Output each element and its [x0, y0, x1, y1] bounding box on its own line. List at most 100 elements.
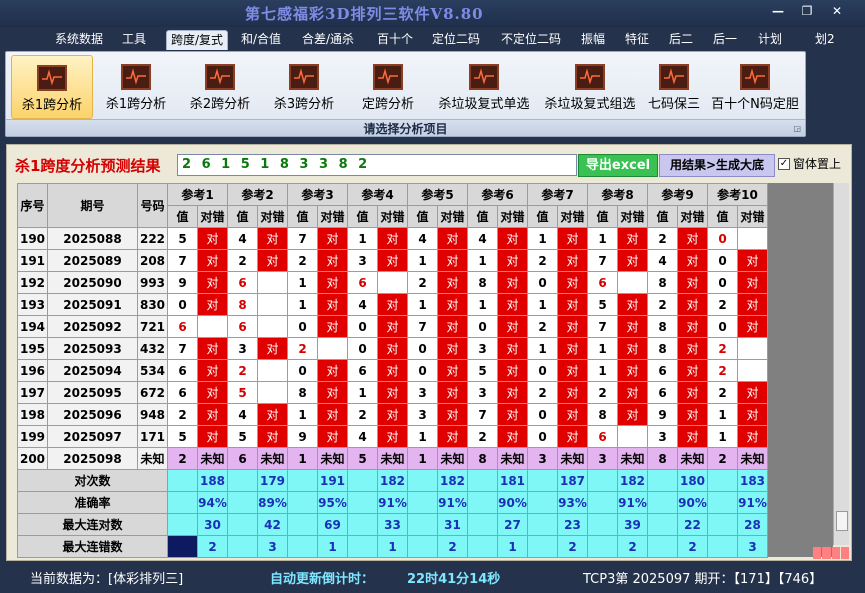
value-cell: 2: [407, 271, 438, 294]
menu-item-0[interactable]: 系统数据: [55, 30, 103, 50]
sub-header-value: 值: [587, 205, 618, 228]
value-cell: 1: [707, 425, 738, 448]
issue-cell: 2025098: [47, 447, 138, 470]
scroll-thumb[interactable]: [836, 511, 848, 531]
close-icon[interactable]: ✕: [827, 4, 847, 18]
stat-value: 188: [197, 469, 228, 492]
seq-cell: 200: [17, 447, 48, 470]
analysis-button-5[interactable]: 杀垃圾复式单选: [431, 55, 537, 119]
menu-item-13[interactable]: 划2: [815, 30, 835, 50]
window-ontop-checkbox[interactable]: ✓ 窗体置上: [778, 155, 841, 172]
analysis-button-7[interactable]: 七码保三: [643, 55, 705, 119]
value-cell: 1: [587, 227, 618, 250]
issue-cell: 2025089: [47, 249, 138, 272]
analysis-button-3[interactable]: 杀3跨分析: [263, 55, 345, 119]
result-field[interactable]: 2 6 1 5 1 8 3 3 8 2: [177, 154, 577, 176]
table-row[interactable]: 198 2025096 948 2 对 4 对 1 对 2 对 3 对 7 对 0 对 8 对 9 对 1 对: [17, 403, 768, 426]
result-cell: [257, 359, 288, 382]
minimize-icon[interactable]: —: [768, 4, 788, 18]
table-row[interactable]: 194 2025092 721 6 6 0 对 0 对 7 对 0 对 2 对 7 对 8 对 0 对: [17, 315, 768, 338]
result-cell: 对: [377, 337, 408, 360]
sub-header-value: 值: [287, 205, 318, 228]
table-row[interactable]: 196 2025094 534 6 对 2 0 对 6 对 0 对 5 对 0 对 1 对 6 对 2: [17, 359, 768, 382]
vertical-scrollbar[interactable]: [833, 183, 849, 545]
menu-item-2[interactable]: 跨度/复式: [166, 30, 229, 50]
ribbon-panel: 请选择分析项目 ◲ 杀1跨分析 杀1跨分析 杀2跨分析 杀3跨分析 定跨分析 杀垃圾复式单…: [5, 51, 806, 137]
menu-item-4[interactable]: 合差/通杀: [302, 30, 354, 50]
stat-value: 27: [497, 513, 528, 536]
result-cell: 对: [557, 315, 588, 338]
result-cell: 对: [197, 425, 228, 448]
table-row[interactable]: 197 2025095 672 6 对 5 8 对 1 对 3 对 3 对 2 对 2 对 6 对 2 对: [17, 381, 768, 404]
stat-value: 2: [617, 535, 648, 558]
analysis-button-label: 杀1跨分析: [21, 98, 83, 113]
stat-blank: [647, 469, 678, 492]
number-cell: 721: [137, 315, 168, 338]
result-cell: 对: [497, 381, 528, 404]
result-cell: 对: [257, 425, 288, 448]
menu-item-10[interactable]: 后二: [669, 30, 693, 50]
table-row[interactable]: 192 2025090 993 9 对 6 1 对 6 2 对 8 对 0 对 6 8 对 0 对: [17, 271, 768, 294]
stat-blank: [467, 535, 498, 558]
analysis-button-6[interactable]: 杀垃圾复式组选: [539, 55, 641, 119]
value-cell: 1: [287, 447, 318, 470]
menu-item-9[interactable]: 特征: [625, 30, 649, 50]
value-cell: 4: [347, 293, 378, 316]
table-row[interactable]: 195 2025093 432 7 对 3 对 2 0 对 0 对 3 对 1 对 1 对 8 对 2: [17, 337, 768, 360]
table-row[interactable]: 190 2025088 222 5 对 4 对 7 对 1 对 4 对 4 对 1 对 1 对 2 对 0: [17, 227, 768, 250]
ref-header-4: 参考4: [347, 183, 408, 206]
value-cell: 6: [167, 381, 198, 404]
result-cell: 对: [737, 315, 768, 338]
stat-value: 182: [437, 469, 468, 492]
stat-blank: [707, 469, 738, 492]
stat-blank: [707, 491, 738, 514]
stat-blank: [527, 513, 558, 536]
menu-item-7[interactable]: 不定位二码: [501, 30, 561, 50]
value-cell: 2: [707, 337, 738, 360]
analysis-button-2[interactable]: 杀2跨分析: [179, 55, 261, 119]
stat-value: 23: [557, 513, 588, 536]
result-label: 杀1跨度分析预测结果: [15, 157, 161, 175]
stat-value: 90%: [677, 491, 708, 514]
expand-icon[interactable]: ◲: [793, 124, 801, 133]
stat-blank: [287, 469, 318, 492]
analysis-button-8[interactable]: 百十个N码定胆: [707, 55, 803, 119]
result-cell: 对: [737, 403, 768, 426]
seq-cell: 192: [17, 271, 48, 294]
seq-cell: 198: [17, 403, 48, 426]
result-cell: 对: [197, 337, 228, 360]
value-cell: 4: [467, 227, 498, 250]
apply-result-button[interactable]: 用结果>生成大底: [659, 154, 775, 177]
seq-cell: 193: [17, 293, 48, 316]
analysis-button-0[interactable]: 杀1跨分析: [11, 55, 93, 119]
stat-blank: [347, 535, 378, 558]
menu-item-11[interactable]: 后一: [713, 30, 737, 50]
menu-item-8[interactable]: 振幅: [581, 30, 605, 50]
menu-item-5[interactable]: 百十个: [377, 30, 413, 50]
menu-item-1[interactable]: 工具: [122, 30, 146, 50]
value-cell: 2: [527, 381, 558, 404]
analysis-button-label: 百十个N码定胆: [711, 97, 799, 112]
value-cell: 6: [227, 447, 258, 470]
table-row[interactable]: 191 2025089 208 7 对 2 对 2 对 3 对 1 对 1 对 2 对 7 对 4 对 0 对: [17, 249, 768, 272]
menu-item-12[interactable]: 计划: [758, 30, 782, 50]
result-cell: [737, 359, 768, 382]
stat-blank: [707, 513, 738, 536]
table-row-pending[interactable]: 200 2025098 未知 2 未知 6 未知 1 未知 5 未知 1 未知 8 未知 3 未知 3 未知 8 未知 2…: [17, 447, 768, 470]
checkbox-icon[interactable]: ✓: [778, 157, 790, 170]
value-cell: 7: [467, 403, 498, 426]
table-row[interactable]: 199 2025097 171 5 对 5 对 9 对 4 对 1 对 2 对 0 对 6 3 对 1 对: [17, 425, 768, 448]
stat-value: 39: [617, 513, 648, 536]
analysis-button-4[interactable]: 定跨分析: [347, 55, 429, 119]
menu-item-3[interactable]: 和/合值: [241, 30, 281, 50]
value-cell: 2: [527, 249, 558, 272]
seq-cell: 196: [17, 359, 48, 382]
restore-icon[interactable]: ❐: [797, 4, 817, 18]
export-excel-button[interactable]: 导出excel: [578, 154, 658, 177]
menu-item-6[interactable]: 定位二码: [432, 30, 480, 50]
table-row[interactable]: 193 2025091 830 0 对 8 1 对 4 对 1 对 1 对 1 对 5 对 2 对 2 对: [17, 293, 768, 316]
value-cell: 1: [407, 447, 438, 470]
sub-header-result: 对错: [557, 205, 588, 228]
analysis-button-1[interactable]: 杀1跨分析: [95, 55, 177, 119]
value-cell: 6: [167, 359, 198, 382]
